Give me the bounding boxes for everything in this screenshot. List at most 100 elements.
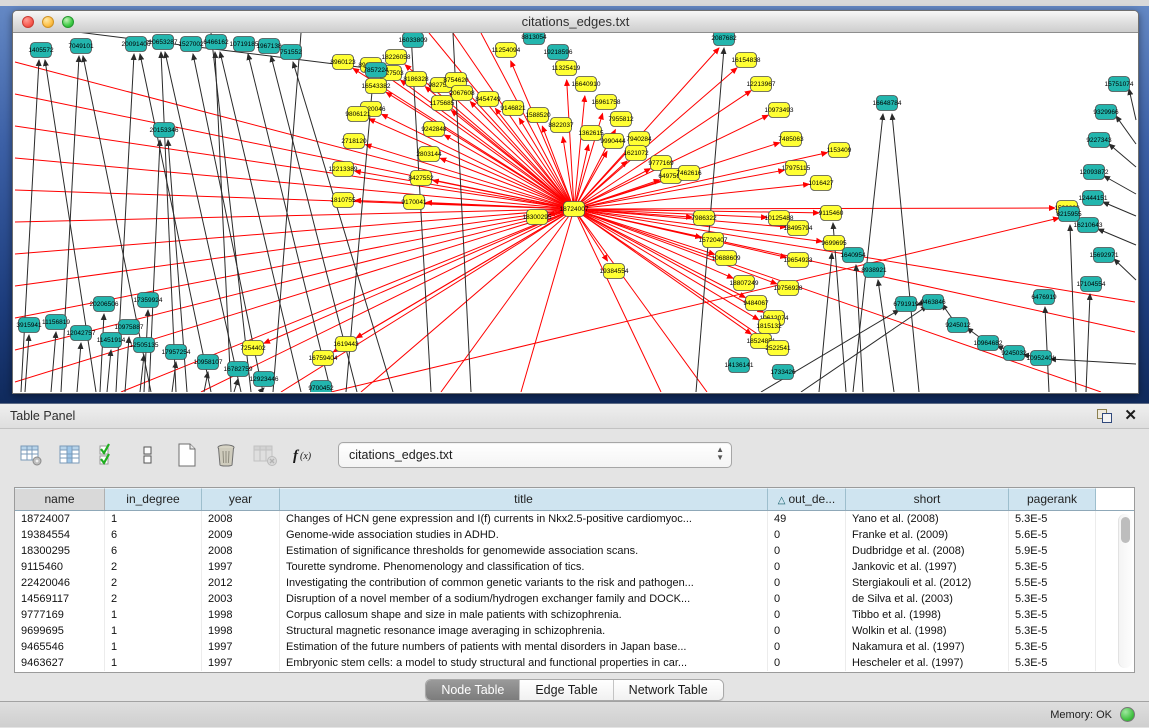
table-source-dropdown[interactable]: citations_edges.txt ▲▼: [338, 442, 732, 468]
cited-node[interactable]: 16154838: [732, 53, 761, 68]
table-cell[interactable]: 2: [105, 575, 202, 591]
show-columns-icon[interactable]: [57, 442, 83, 468]
table-cell[interactable]: 5.5E-5: [1009, 575, 1096, 591]
network-window-titlebar[interactable]: citations_edges.txt: [13, 11, 1138, 33]
cited-node[interactable]: 8960123: [330, 55, 356, 70]
table-row[interactable]: 1456911722003Disruption of a novel membe…: [15, 591, 1134, 607]
cited-node[interactable]: 18807249: [730, 276, 759, 291]
table-cell[interactable]: 5.3E-5: [1009, 559, 1096, 575]
citation-edge-red[interactable]: [15, 209, 574, 382]
citation-edge-black[interactable]: [21, 60, 39, 392]
table-cell[interactable]: 9115460: [15, 559, 105, 575]
tab-network-table[interactable]: Network Table: [614, 680, 723, 700]
citing-node[interactable]: 12505135: [130, 338, 159, 353]
table-cell[interactable]: Tourette syndrome. Phenomenology and cla…: [280, 559, 768, 575]
cited-node[interactable]: 18300295: [523, 210, 552, 225]
citing-node[interactable]: 9463846: [920, 295, 946, 310]
table-row[interactable]: 1872400712008Changes of HCN gene express…: [15, 511, 1134, 527]
citation-edge-red[interactable]: [574, 208, 1055, 209]
table-cell[interactable]: Yano et al. (2008): [846, 511, 1009, 527]
citing-node[interactable]: 12923446: [250, 372, 279, 387]
table-cell[interactable]: 5.3E-5: [1009, 607, 1096, 623]
table-cell[interactable]: 0: [768, 543, 846, 559]
citation-edge-black[interactable]: [215, 52, 231, 392]
table-cell[interactable]: 0: [768, 591, 846, 607]
column-header-name[interactable]: name: [15, 488, 105, 510]
cited-node[interactable]: 7940284: [626, 132, 652, 147]
citation-edge-red[interactable]: [361, 209, 574, 392]
cited-node[interactable]: 12213389: [329, 162, 358, 177]
cited-node[interactable]: 15720407: [699, 233, 728, 248]
table-cell[interactable]: 9777169: [15, 607, 105, 623]
citation-edge-black[interactable]: [61, 56, 79, 392]
citation-edge-black[interactable]: [1045, 307, 1049, 392]
table-cell[interactable]: 0: [768, 527, 846, 543]
citing-node[interactable]: 15692971: [1090, 248, 1119, 263]
citing-node[interactable]: 1967138: [256, 39, 282, 54]
cited-node[interactable]: 1588520: [525, 108, 551, 123]
citation-edge-red[interactable]: [574, 145, 588, 209]
citing-node[interactable]: 16033809: [399, 33, 428, 48]
citing-node[interactable]: 2087682: [711, 33, 737, 46]
citing-node[interactable]: 10964682: [974, 336, 1003, 351]
cited-node[interactable]: 7986322: [691, 211, 717, 226]
tab-node-table[interactable]: Node Table: [426, 680, 520, 700]
table-row[interactable]: 946554611997Estimation of the future num…: [15, 639, 1134, 655]
citing-node[interactable]: 1527002: [178, 37, 204, 52]
table-cell[interactable]: 5.3E-5: [1009, 655, 1096, 671]
table-cell[interactable]: 1: [105, 655, 202, 671]
table-cell[interactable]: 1: [105, 607, 202, 623]
table-cell[interactable]: 5.6E-5: [1009, 527, 1096, 543]
table-cell[interactable]: 18724007: [15, 511, 105, 527]
cited-node[interactable]: 9990444: [600, 134, 626, 149]
table-cell[interactable]: 2008: [202, 511, 280, 527]
table-cell[interactable]: 5.3E-5: [1009, 591, 1096, 607]
citation-edge-red[interactable]: [264, 209, 574, 343]
table-cell[interactable]: 9463627: [15, 655, 105, 671]
table-cell[interactable]: 1: [105, 511, 202, 527]
table-cell[interactable]: 0: [768, 559, 846, 575]
citation-edge-black[interactable]: [125, 337, 129, 392]
table-row[interactable]: 1938455462009Genome-wide association stu…: [15, 527, 1134, 543]
citation-edge-red[interactable]: [121, 209, 574, 392]
table-cell[interactable]: Investigating the contribution of common…: [280, 575, 768, 591]
citation-edge-black[interactable]: [273, 33, 301, 392]
table-cell[interactable]: 22420046: [15, 575, 105, 591]
citing-node[interactable]: 10719185: [230, 37, 259, 52]
citing-node[interactable]: 7857224: [363, 63, 389, 78]
table-cell[interactable]: 5.3E-5: [1009, 623, 1096, 639]
citation-edge-black[interactable]: [77, 343, 81, 392]
citing-node[interactable]: 19218596: [544, 45, 573, 60]
table-row[interactable]: 1830029562008Estimation of significance …: [15, 543, 1134, 559]
table-cell[interactable]: 1998: [202, 623, 280, 639]
cited-node[interactable]: 16961758: [592, 95, 621, 110]
table-cell[interactable]: 1997: [202, 639, 280, 655]
citing-node[interactable]: 9227343: [1086, 133, 1112, 148]
citation-edge-black[interactable]: [45, 60, 96, 392]
table-cell[interactable]: 2: [105, 591, 202, 607]
citing-node[interactable]: 16782759: [224, 362, 253, 377]
citing-node[interactable]: 10975887: [115, 320, 144, 335]
table-cell[interactable]: 2008: [202, 543, 280, 559]
citing-node[interactable]: 6791919: [893, 297, 919, 312]
table-row[interactable]: 946362711997Embryonic stem cells: a mode…: [15, 655, 1134, 671]
cited-node[interactable]: 16640910: [572, 77, 601, 92]
table-cell[interactable]: 14569117: [15, 591, 105, 607]
cited-node[interactable]: 9484067: [743, 296, 769, 311]
citing-node[interactable]: 9329966: [1093, 105, 1119, 120]
cited-node[interactable]: 17975115: [782, 161, 811, 176]
citing-node[interactable]: 1405572: [28, 43, 54, 58]
citation-edge-black[interactable]: [856, 265, 863, 392]
table-cell[interactable]: Jankovic et al. (1997): [846, 559, 1009, 575]
cited-node[interactable]: 1016427: [808, 176, 834, 191]
citation-edge-black[interactable]: [1114, 259, 1136, 280]
citing-node[interactable]: 11156819: [42, 315, 70, 330]
select-columns-icon[interactable]: [96, 442, 122, 468]
citation-edge-black[interactable]: [1070, 225, 1076, 392]
table-cell[interactable]: Genome-wide association studies in ADHD.: [280, 527, 768, 543]
citing-node[interactable]: 6476919: [1031, 290, 1057, 305]
citing-node[interactable]: 17359924: [134, 293, 163, 308]
table-cell[interactable]: Estimation of significance thresholds fo…: [280, 543, 768, 559]
tab-edge-table[interactable]: Edge Table: [520, 680, 613, 700]
close-panel-icon[interactable]: ✕: [1124, 409, 1137, 423]
